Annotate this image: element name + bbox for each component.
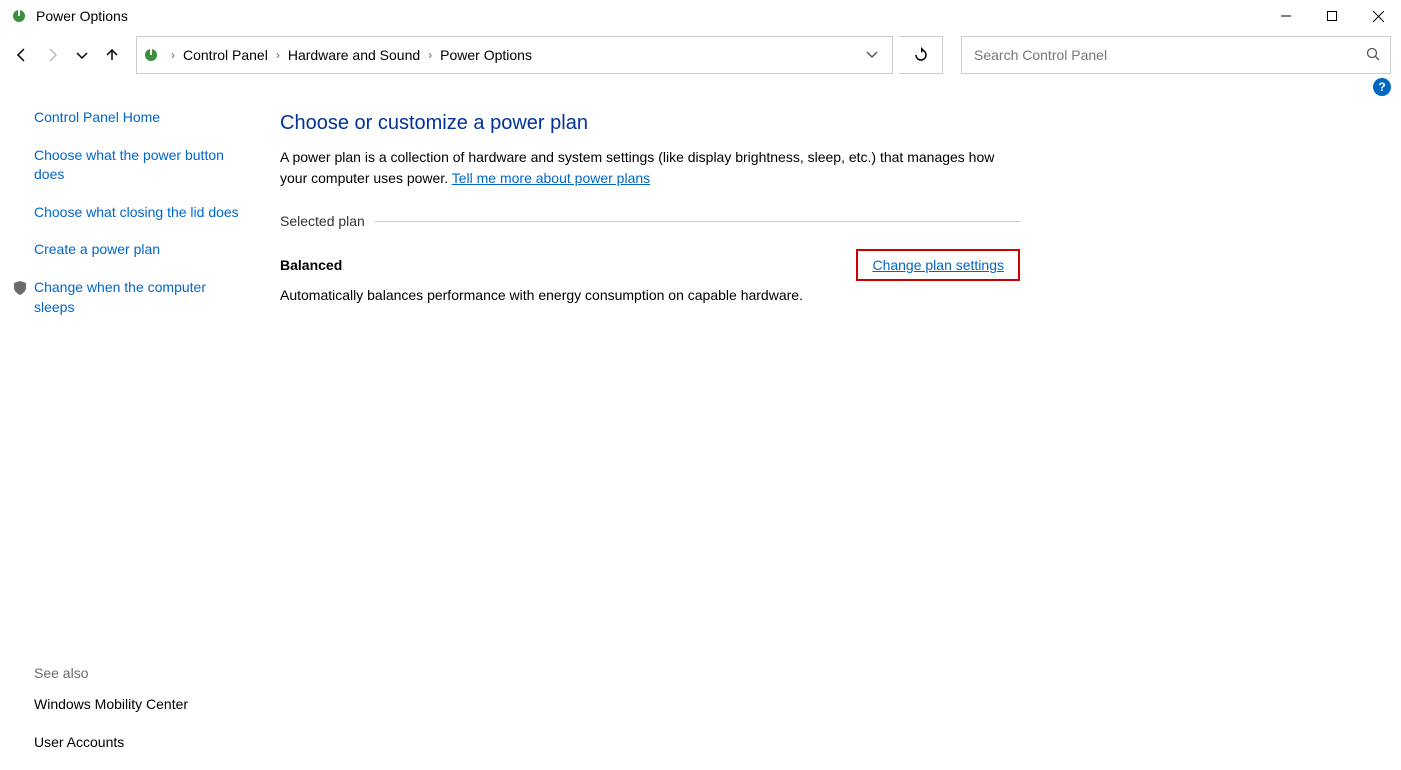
- main-content: Choose or customize a power plan A power…: [260, 102, 1020, 770]
- sidebar-link-lid[interactable]: Choose what closing the lid does: [34, 203, 242, 223]
- breadcrumb[interactable]: › Control Panel › Hardware and Sound › P…: [136, 36, 893, 74]
- help-button[interactable]: ?: [1373, 78, 1391, 96]
- sidebar-link-home[interactable]: Control Panel Home: [34, 108, 242, 128]
- change-plan-settings-link[interactable]: Change plan settings: [872, 257, 1004, 273]
- shield-icon: [12, 280, 28, 296]
- power-options-icon: [10, 7, 28, 25]
- change-plan-highlight: Change plan settings: [856, 249, 1020, 281]
- forward-button[interactable]: [40, 39, 64, 71]
- back-button[interactable]: [10, 39, 34, 71]
- see-also-mobility[interactable]: Windows Mobility Center: [34, 695, 242, 715]
- chevron-down-icon[interactable]: [858, 47, 886, 63]
- window-controls: [1263, 0, 1401, 32]
- search-box[interactable]: [961, 36, 1391, 74]
- tell-me-more-link[interactable]: Tell me more about power plans: [452, 170, 650, 186]
- see-also-heading: See also: [34, 665, 242, 681]
- close-button[interactable]: [1355, 0, 1401, 32]
- selected-plan-section: Selected plan: [280, 213, 1020, 229]
- sidebar-link-power-button[interactable]: Choose what the power button does: [34, 146, 242, 185]
- page-description: A power plan is a collection of hardware…: [280, 147, 1020, 189]
- plan-description: Automatically balances performance with …: [280, 287, 1020, 303]
- breadcrumb-item[interactable]: Hardware and Sound: [286, 47, 422, 63]
- breadcrumb-item[interactable]: Power Options: [438, 47, 534, 63]
- maximize-button[interactable]: [1309, 0, 1355, 32]
- up-button[interactable]: [100, 39, 124, 71]
- help-row: ?: [0, 78, 1401, 102]
- toolbar: › Control Panel › Hardware and Sound › P…: [0, 32, 1401, 78]
- sidebar-link-sleep[interactable]: Change when the computer sleeps: [34, 278, 242, 317]
- breadcrumb-item[interactable]: Control Panel: [181, 47, 270, 63]
- chevron-right-icon[interactable]: ›: [270, 48, 286, 62]
- chevron-right-icon[interactable]: ›: [422, 48, 438, 62]
- recent-locations-button[interactable]: [70, 39, 94, 71]
- plan-name: Balanced: [280, 257, 342, 273]
- titlebar: Power Options: [0, 0, 1401, 32]
- power-options-icon: [137, 37, 165, 73]
- see-also-accounts[interactable]: User Accounts: [34, 733, 242, 753]
- window-title: Power Options: [36, 8, 128, 24]
- search-icon[interactable]: [1366, 47, 1380, 64]
- sidebar-link-create-plan[interactable]: Create a power plan: [34, 240, 242, 260]
- section-label: Selected plan: [280, 213, 375, 229]
- section-rule: [375, 221, 1020, 222]
- sidebar: Control Panel Home Choose what the power…: [0, 102, 260, 770]
- page-title: Choose or customize a power plan: [280, 112, 1020, 135]
- chevron-right-icon[interactable]: ›: [165, 48, 181, 62]
- refresh-button[interactable]: [899, 36, 943, 74]
- search-input[interactable]: [972, 46, 1366, 64]
- minimize-button[interactable]: [1263, 0, 1309, 32]
